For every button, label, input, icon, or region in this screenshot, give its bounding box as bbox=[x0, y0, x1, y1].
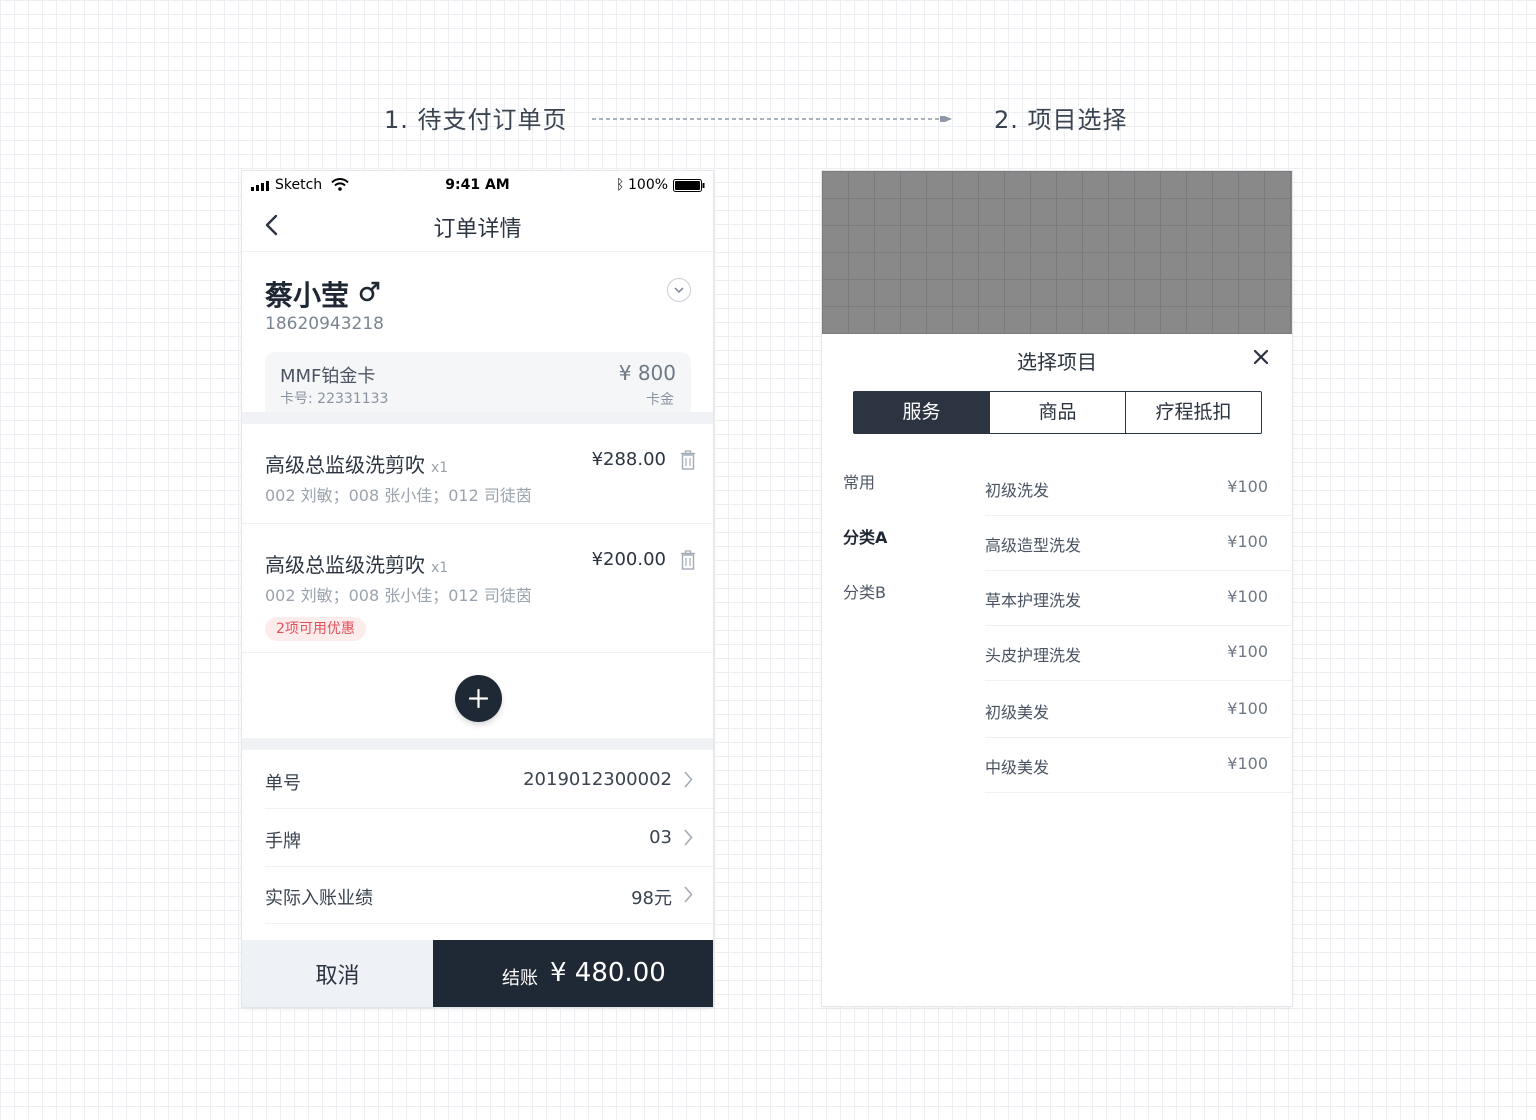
product-price: ¥100 bbox=[1227, 699, 1268, 718]
card-name: MMF铂金卡 bbox=[280, 366, 376, 387]
select-item-screen: 选择项目 服务 商品 疗程抵扣 常用 分类A 分类B 初级洗发 ¥100 高级造… bbox=[822, 171, 1292, 1006]
close-icon[interactable] bbox=[1253, 349, 1269, 365]
item-price: ¥288.00 bbox=[591, 449, 666, 470]
add-item-button[interactable] bbox=[455, 675, 502, 722]
flow-step2-title: 2. 项目选择 bbox=[994, 106, 1128, 134]
chevron-right-icon bbox=[684, 829, 693, 846]
nav-bar: 订单详情 bbox=[242, 199, 713, 252]
flow-step1-title: 1. 待支付订单页 bbox=[384, 106, 568, 134]
card-number: 卡号: 22331133 bbox=[280, 391, 389, 407]
product-price: ¥100 bbox=[1227, 642, 1268, 661]
discount-badge[interactable]: 2项可用优惠 bbox=[265, 617, 366, 641]
checkout-amount: ¥ 480.00 bbox=[550, 958, 666, 988]
product-name: 初级美发 bbox=[985, 703, 1050, 722]
item-divider bbox=[242, 652, 713, 653]
checkout-button[interactable]: 结账 ¥ 480.00 bbox=[433, 940, 713, 1007]
row-label: 单号 bbox=[265, 773, 301, 794]
chevron-down-icon bbox=[674, 287, 684, 294]
item-name-wrap: 高级总监级洗剪吹 x1 bbox=[265, 549, 448, 578]
product-name: 初级洗发 bbox=[985, 481, 1050, 500]
cancel-button[interactable]: 取消 bbox=[242, 940, 433, 1007]
plus-icon bbox=[468, 688, 489, 709]
list-item[interactable]: 初级美发 ¥100 bbox=[985, 682, 1292, 738]
list-item[interactable]: 头皮护理洗发 ¥100 bbox=[985, 625, 1292, 681]
row-value: 2019012300002 bbox=[523, 769, 672, 790]
row-value: 98元 bbox=[631, 888, 672, 909]
product-name: 头皮护理洗发 bbox=[985, 646, 1082, 665]
trash-icon[interactable] bbox=[680, 450, 696, 470]
customer-name: 蔡小莹 bbox=[265, 279, 350, 312]
product-price: ¥100 bbox=[1227, 587, 1268, 606]
card-balance-type: 卡金 bbox=[646, 392, 674, 408]
list-item[interactable]: 草本护理洗发 ¥100 bbox=[985, 570, 1292, 626]
page-title: 订单详情 bbox=[433, 217, 522, 242]
battery-icon bbox=[673, 179, 705, 192]
order-number-row[interactable]: 单号 2019012300002 bbox=[265, 751, 713, 809]
item-staff: 002 刘敏；008 张小佳；012 司徒茵 bbox=[265, 586, 532, 605]
order-detail-screen: Sketch 9:41 AM ᛒ 100% 订单详情 蔡小莹 186209432… bbox=[242, 171, 713, 1007]
product-name: 草本护理洗发 bbox=[985, 591, 1082, 610]
actual-performance-row[interactable]: 实际入账业绩 98元 bbox=[265, 866, 713, 924]
product-price: ¥100 bbox=[1227, 532, 1268, 551]
list-item[interactable]: 中级美发 ¥100 bbox=[985, 737, 1292, 793]
item-qty: x1 bbox=[431, 460, 449, 476]
row-label: 实际入账业绩 bbox=[265, 888, 373, 909]
trash-icon[interactable] bbox=[680, 550, 696, 570]
category-b[interactable]: 分类B bbox=[843, 579, 886, 603]
item-name: 高级总监级洗剪吹 bbox=[265, 553, 425, 577]
product-list: 初级洗发 ¥100 高级造型洗发 ¥100 草本护理洗发 ¥100 头皮护理洗发… bbox=[967, 456, 1292, 1006]
section-divider bbox=[242, 412, 713, 424]
customer-section: 蔡小莹 18620943218 MMF铂金卡 卡号: 22331133 ¥ 80… bbox=[242, 252, 713, 412]
card-balance: ¥ 800 bbox=[618, 361, 676, 385]
category-a[interactable]: 分类A bbox=[843, 524, 887, 548]
list-item[interactable]: 高级造型洗发 ¥100 bbox=[985, 515, 1292, 571]
category-common[interactable]: 常用 bbox=[843, 469, 875, 493]
item-price: ¥200.00 bbox=[591, 549, 666, 570]
customer-phone: 18620943218 bbox=[265, 314, 384, 334]
item-name-wrap: 高级总监级洗剪吹 x1 bbox=[265, 449, 448, 478]
product-price: ¥100 bbox=[1227, 754, 1268, 773]
item-divider bbox=[242, 523, 713, 524]
item-staff: 002 刘敏；008 张小佳；012 司徒茵 bbox=[265, 486, 532, 505]
flow-arrow-icon bbox=[592, 116, 952, 122]
expand-customer-button[interactable] bbox=[667, 278, 691, 302]
modal-overlay[interactable] bbox=[822, 171, 1292, 334]
row-value: 03 bbox=[649, 827, 672, 848]
status-bar: Sketch 9:41 AM ᛒ 100% bbox=[242, 171, 713, 199]
tab-goods[interactable]: 商品 bbox=[989, 392, 1125, 433]
product-price: ¥100 bbox=[1227, 477, 1268, 496]
type-segmented-control: 服务 商品 疗程抵扣 bbox=[853, 391, 1262, 434]
item-qty: x1 bbox=[431, 560, 449, 576]
sheet-title: 选择项目 bbox=[1017, 350, 1097, 374]
order-item[interactable]: 高级总监级洗剪吹 x1 ¥200.00 002 刘敏；008 张小佳；012 司徒… bbox=[242, 549, 713, 649]
section-divider bbox=[242, 738, 713, 750]
product-name: 中级美发 bbox=[985, 758, 1050, 777]
category-sidebar: 常用 分类A 分类B bbox=[822, 456, 967, 1006]
member-card[interactable]: MMF铂金卡 卡号: 22331133 ¥ 800 卡金 bbox=[265, 352, 691, 412]
item-name: 高级总监级洗剪吹 bbox=[265, 453, 425, 477]
order-item[interactable]: 高级总监级洗剪吹 x1 ¥288.00 002 刘敏；008 张小佳；012 司徒… bbox=[242, 449, 713, 509]
row-label: 手牌 bbox=[265, 831, 301, 852]
tab-course-deduction[interactable]: 疗程抵扣 bbox=[1125, 392, 1261, 433]
male-icon bbox=[359, 281, 380, 302]
checkout-label: 结账 bbox=[502, 968, 538, 989]
product-name: 高级造型洗发 bbox=[985, 536, 1082, 555]
battery-percent: 100% bbox=[628, 177, 669, 193]
bluetooth-icon: ᛒ bbox=[616, 177, 625, 193]
wristband-row[interactable]: 手牌 03 bbox=[265, 809, 713, 867]
list-item[interactable]: 初级洗发 ¥100 bbox=[985, 460, 1292, 516]
chevron-right-icon bbox=[684, 771, 693, 788]
chevron-right-icon bbox=[684, 886, 693, 903]
tab-service[interactable]: 服务 bbox=[854, 392, 989, 433]
